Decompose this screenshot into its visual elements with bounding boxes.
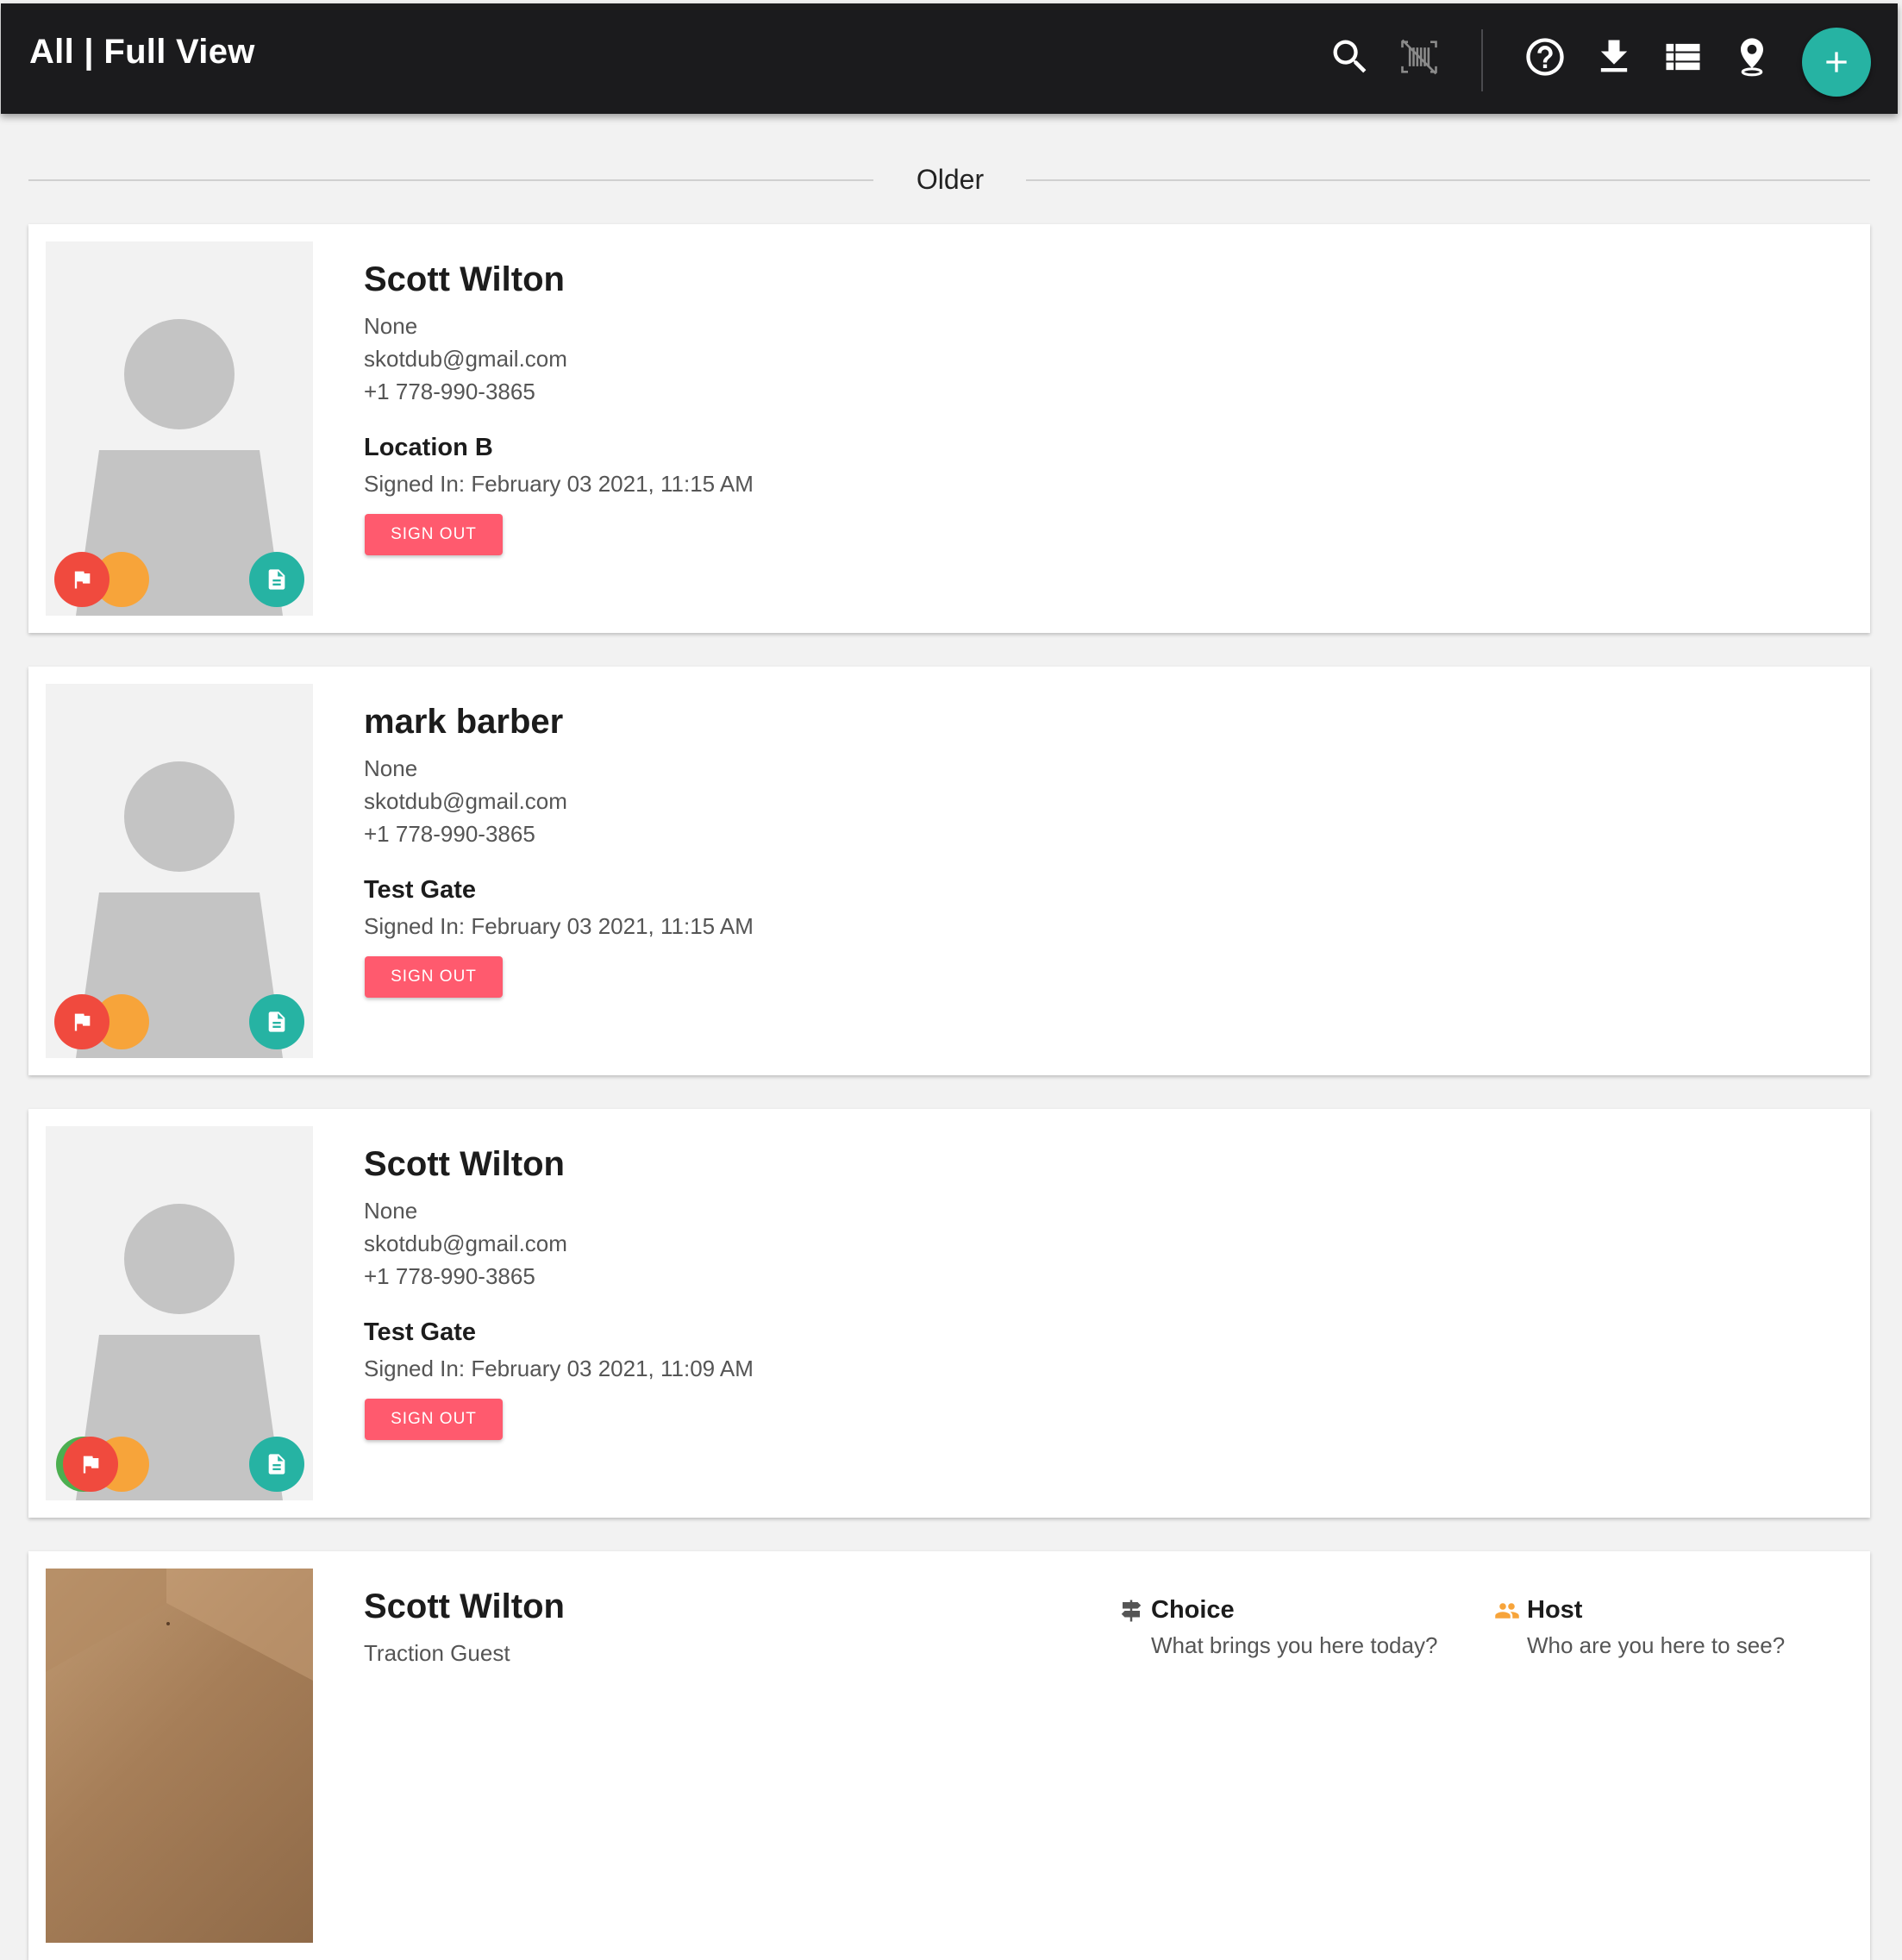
visitor-card[interactable]: Scott Wilton Traction Guest Choice What … [28,1551,1870,1960]
visitor-company: Traction Guest [364,1640,510,1666]
flag-badge[interactable] [54,552,109,607]
visitor-name: Scott Wilton [364,1587,565,1625]
visitor-photo [46,1569,313,1943]
section-divider-right [1026,179,1870,181]
visitor-card[interactable]: Scott Wilton None skotdub@gmail.com +1 7… [28,1109,1870,1518]
visitor-photo-placeholder [46,1126,313,1500]
document-icon [268,1454,285,1475]
sign-out-button[interactable]: SIGN OUT [365,514,503,555]
visitor-photo-placeholder [46,241,313,616]
visitor-location: Test Gate [364,876,477,904]
field-question-host: Who are you here to see? [1527,1632,1786,1658]
sign-out-button[interactable]: SIGN OUT [365,1399,503,1440]
section-label: Older [916,164,985,195]
signed-in-time: Signed In: February 03 2021, 11:15 AM [364,471,754,497]
visitor-company: None [364,1198,418,1224]
flag-icon [74,1013,91,1031]
visitor-phone: +1 778-990-3865 [364,821,535,847]
field-label-choice: Choice [1151,1596,1235,1624]
field-label-host: Host [1527,1596,1583,1624]
visitor-location: Location B [364,434,493,461]
visitor-photo-placeholder [46,684,313,1058]
visitor-company: None [364,313,418,339]
sign-out-button[interactable]: SIGN OUT [365,956,503,998]
visitor-name: mark barber [364,703,564,741]
visitor-name: Scott Wilton [364,1145,565,1183]
add-visitor-button[interactable] [1802,28,1871,97]
visitor-phone: +1 778-990-3865 [364,1263,535,1289]
visitor-card[interactable]: mark barber None skotdub@gmail.com +1 77… [28,667,1870,1075]
flag-icon [83,1456,99,1474]
help-icon[interactable] [1523,34,1567,79]
list-icon[interactable] [1661,34,1705,79]
top-app-bar: All | Full View [1,3,1898,114]
flag-icon [74,571,91,589]
visitor-email: skotdub@gmail.com [364,788,567,814]
signed-in-time: Signed In: February 03 2021, 11:09 AM [364,1356,754,1381]
signed-in-time: Signed In: February 03 2021, 11:15 AM [364,913,754,939]
location-pin-icon[interactable] [1730,34,1774,79]
field-question-choice: What brings you here today? [1151,1632,1438,1658]
flag-badge[interactable] [54,994,109,1049]
download-icon[interactable] [1592,34,1636,79]
signpost-icon [1118,1598,1144,1624]
page-title: All | Full View [29,33,255,71]
room-photo-image [46,1569,313,1681]
search-icon[interactable] [1328,34,1373,79]
document-icon [268,569,285,590]
document-badge[interactable] [249,994,304,1049]
document-badge[interactable] [249,1437,304,1492]
add-icon [1826,52,1847,72]
toolbar-divider [1481,29,1483,91]
visitor-name: Scott Wilton [364,260,565,298]
visitor-company: None [364,755,418,781]
people-icon [1494,1598,1520,1624]
visitor-email: skotdub@gmail.com [364,1230,567,1256]
visitor-card[interactable]: Scott Wilton None skotdub@gmail.com +1 7… [28,224,1870,633]
visitor-phone: +1 778-990-3865 [364,379,535,404]
visitor-location: Test Gate [364,1318,477,1346]
document-icon [268,1011,285,1032]
document-badge[interactable] [249,552,304,607]
visitor-email: skotdub@gmail.com [364,346,567,372]
flag-badge[interactable] [63,1437,118,1492]
barcode-off-icon[interactable] [1397,34,1442,79]
section-divider-left [28,179,873,181]
